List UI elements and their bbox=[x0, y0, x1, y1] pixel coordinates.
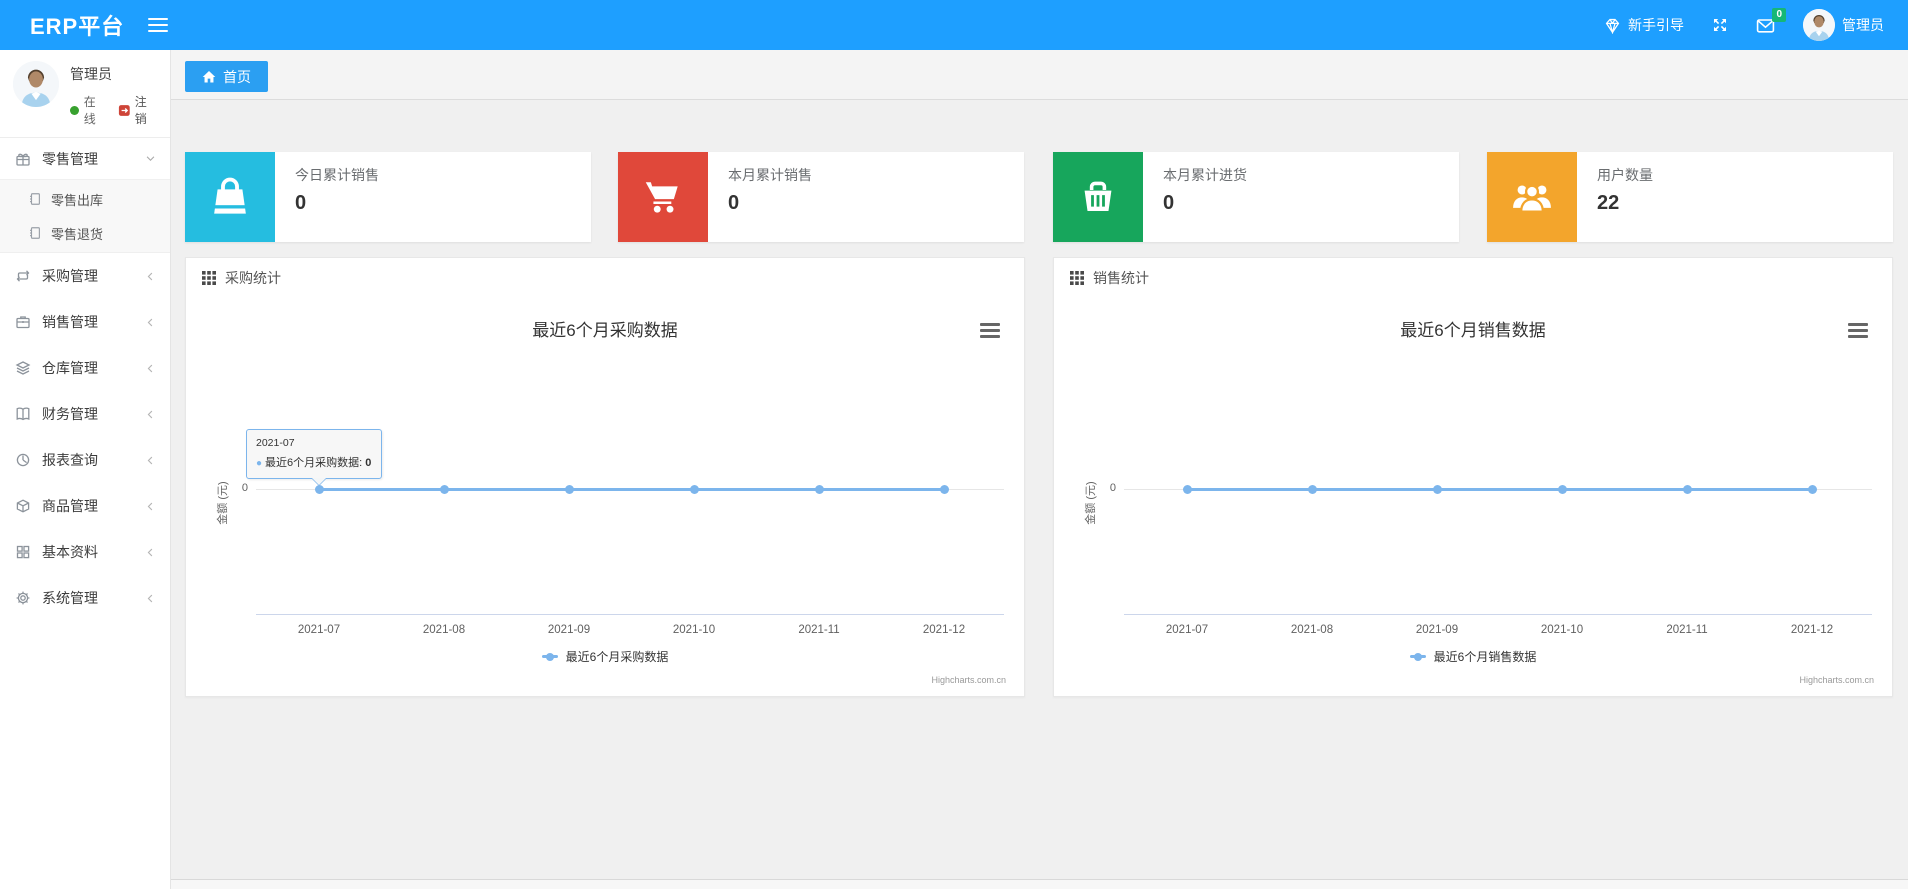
retail-submenu: 零售出库 零售退货 bbox=[0, 180, 170, 253]
chevron-left-icon bbox=[145, 315, 157, 329]
sidebar-item-finance[interactable]: 财务管理 bbox=[0, 391, 170, 437]
layers-icon bbox=[15, 360, 31, 376]
sidebar-item-retail-return[interactable]: 零售退货 bbox=[0, 216, 170, 250]
main-content: 首页 今日累计销售 0 本月累计销售 0 本月累计进货 0 用户数量 22 采购… bbox=[171, 50, 1908, 889]
online-status-dot bbox=[70, 105, 79, 115]
series-marker-dot: ● bbox=[256, 458, 263, 469]
footer-divider bbox=[171, 879, 1908, 889]
chart-plot-area: 2021-07 2021-08 2021-09 2021-10 2021-11 2021-… bbox=[202, 298, 1008, 696]
legend-marker bbox=[1409, 652, 1426, 661]
purchase-chart: 最近6个月采购数据 0 金额 (元) 2021-07 2021-08 2021-09… bbox=[202, 298, 1008, 696]
highcharts-credits-link[interactable]: Highcharts.com.cn bbox=[1799, 675, 1874, 685]
chevron-left-icon bbox=[145, 407, 157, 421]
tab-strip: 首页 bbox=[171, 50, 1908, 100]
sidebar-username: 管理员 bbox=[70, 66, 112, 82]
tab-home[interactable]: 首页 bbox=[185, 61, 268, 92]
chart-legend[interactable]: 最近6个月销售数据 bbox=[1070, 648, 1876, 665]
username: 管理员 bbox=[1842, 17, 1884, 33]
logout-link[interactable]: 注销 bbox=[118, 93, 158, 127]
messages-button[interactable]: 0 bbox=[1756, 7, 1786, 34]
stat-label: 用户数量 bbox=[1597, 167, 1653, 183]
chevron-down-icon bbox=[145, 152, 157, 166]
repeat-icon bbox=[15, 268, 31, 284]
sidebar-item-reports[interactable]: 报表查询 bbox=[0, 437, 170, 483]
th-icon bbox=[1070, 271, 1084, 285]
gear-icon bbox=[15, 590, 31, 606]
avatar bbox=[1803, 9, 1835, 41]
chart-legend[interactable]: 最近6个月采购数据 bbox=[202, 648, 1008, 665]
fullscreen-icon bbox=[1712, 17, 1728, 33]
gem-icon bbox=[1604, 17, 1621, 34]
online-status-label: 在线 bbox=[83, 95, 96, 126]
users-icon bbox=[1487, 152, 1577, 242]
sidebar-item-warehouse[interactable]: 仓库管理 bbox=[0, 345, 170, 391]
fullscreen-button[interactable] bbox=[1712, 17, 1728, 33]
chart-plot-area: 2021-07 2021-08 2021-09 2021-10 2021-11 2021-… bbox=[1070, 298, 1876, 696]
sales-chart: 最近6个月销售数据 0 金额 (元) 2021-07 2021-08 2021-09… bbox=[1070, 298, 1876, 696]
sales-stats-panel: 销售统计 最近6个月销售数据 0 金额 (元) 2021-07 2021-08 20… bbox=[1053, 257, 1893, 697]
guide-button[interactable]: 新手引导 bbox=[1604, 15, 1684, 35]
cart-icon bbox=[618, 152, 708, 242]
guide-label: 新手引导 bbox=[1628, 17, 1684, 33]
navbar-right: 新手引导 0 管理员 bbox=[1604, 7, 1908, 41]
sidebar-item-system[interactable]: 系统管理 bbox=[0, 575, 170, 621]
stat-card-month-sales: 本月累计销售 0 bbox=[618, 152, 1024, 242]
home-icon bbox=[202, 70, 216, 83]
sidebar-item-purchase[interactable]: 采购管理 bbox=[0, 253, 170, 299]
panel-title: 销售统计 bbox=[1093, 270, 1149, 286]
purchase-stats-panel: 采购统计 最近6个月采购数据 0 金额 (元) 2021-07 2021-08 20… bbox=[185, 257, 1025, 697]
legend-marker bbox=[541, 652, 558, 661]
stat-card-month-purchase: 本月累计进货 0 bbox=[1053, 152, 1459, 242]
stat-value: 22 bbox=[1597, 192, 1620, 214]
sidebar-menu: 零售管理 零售出库 零售退货 采购管理 销售管理 仓库管理 财务管理 报表查询 … bbox=[0, 138, 170, 621]
chart-tooltip: 2021-07 ● 最近6个月采购数据: 0 bbox=[246, 429, 383, 486]
stat-value: 0 bbox=[728, 192, 740, 214]
sidebar-item-retail[interactable]: 零售管理 bbox=[0, 138, 170, 180]
basket-icon bbox=[1053, 152, 1143, 242]
briefcase-icon bbox=[15, 314, 31, 330]
notebook-icon bbox=[28, 226, 42, 240]
bag-icon bbox=[185, 152, 275, 242]
chevron-left-icon bbox=[145, 545, 157, 559]
app-logo: ERP平台 bbox=[30, 14, 125, 39]
sidebar-toggle-icon[interactable] bbox=[148, 14, 169, 36]
gift-icon bbox=[15, 151, 31, 167]
stat-label: 本月累计进货 bbox=[1163, 167, 1247, 183]
grid-icon bbox=[15, 544, 31, 560]
sidebar-item-sales[interactable]: 销售管理 bbox=[0, 299, 170, 345]
stat-value: 0 bbox=[295, 192, 307, 214]
chevron-left-icon bbox=[145, 591, 157, 605]
erp-dashboard: ERP平台 新手引导 0 管理员 管理员 在线 注销 零售管理 零售出库 零售退… bbox=[0, 0, 1908, 889]
avatar bbox=[13, 61, 59, 107]
notebook-icon bbox=[28, 192, 42, 206]
stat-card-today-sales: 今日累计销售 0 bbox=[185, 152, 591, 242]
sidebar-user-panel: 管理员 在线 注销 bbox=[0, 50, 170, 138]
sidebar-item-retail-outbound[interactable]: 零售出库 bbox=[0, 182, 170, 216]
chevron-left-icon bbox=[145, 361, 157, 375]
pie-clock-icon bbox=[15, 452, 31, 468]
logout-icon bbox=[119, 104, 130, 116]
chevron-left-icon bbox=[145, 499, 157, 513]
chevron-left-icon bbox=[145, 453, 157, 467]
panel-title: 采购统计 bbox=[225, 270, 281, 286]
highcharts-credits-link[interactable]: Highcharts.com.cn bbox=[931, 675, 1006, 685]
stat-label: 今日累计销售 bbox=[295, 167, 379, 183]
mail-badge: 0 bbox=[1772, 7, 1786, 22]
sidebar-item-goods[interactable]: 商品管理 bbox=[0, 483, 170, 529]
book-icon bbox=[15, 406, 31, 422]
box-icon bbox=[15, 498, 31, 514]
stat-label: 本月累计销售 bbox=[728, 167, 812, 183]
stat-value: 0 bbox=[1163, 192, 1175, 214]
chevron-left-icon bbox=[145, 269, 157, 283]
stat-card-user-count: 用户数量 22 bbox=[1487, 152, 1893, 242]
top-navbar: ERP平台 新手引导 0 管理员 bbox=[0, 0, 1908, 50]
user-menu[interactable]: 管理员 bbox=[1803, 9, 1884, 41]
sidebar: 管理员 在线 注销 零售管理 零售出库 零售退货 采购管理 销售管理 仓库管理 … bbox=[0, 50, 171, 889]
th-icon bbox=[202, 271, 216, 285]
sidebar-item-basic-data[interactable]: 基本资料 bbox=[0, 529, 170, 575]
